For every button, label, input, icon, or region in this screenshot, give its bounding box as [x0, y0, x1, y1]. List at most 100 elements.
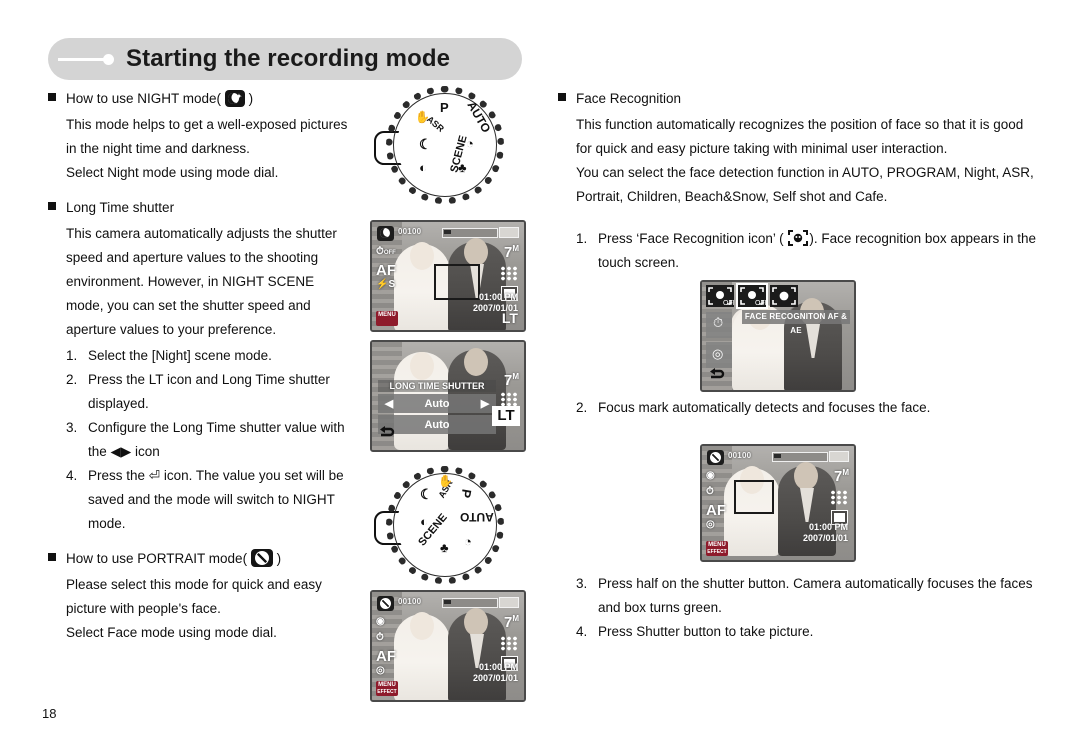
lcd-face-detect-figure: 00100 7M ◉ ⏱ AF ◎ 01:00 PM 2007/01/01 MEN…: [700, 444, 856, 562]
lcd-memory-bar: [442, 228, 498, 238]
face-recognition-step-1: 1. Press ‘Face Recognition icon’ ( ). Fa…: [576, 227, 1038, 275]
long-time-shutter-steps: 1. Select the [Night] scene mode. 2. Pre…: [66, 344, 378, 536]
svg-text:OFF: OFF: [755, 300, 766, 307]
square-bullet-icon: [48, 202, 56, 210]
mode-dial-portrait[interactable]: P AUTO ASR SCENE ✋ ☾ ◐ ◔ ♣: [386, 466, 504, 584]
portrait-mode-heading: How to use PORTRAIT mode( ): [48, 546, 378, 571]
face-recognition-heading: Face Recognition: [558, 86, 1038, 111]
face-recognition-step-2: 2. Focus mark automatically detects and …: [576, 396, 1046, 420]
lcd-menu-button[interactable]: MENU EFFECT: [706, 541, 728, 556]
lcd-red-eye-icon[interactable]: ◎: [376, 665, 404, 676]
long-time-shutter-paragraph: This camera automatically adjusts the sh…: [66, 226, 337, 337]
lcd-timestamp: 01:00 PM 2007/01/01: [472, 662, 518, 683]
lcd-night-mode-icon[interactable]: [377, 226, 394, 241]
dial-icon-children: ♣: [440, 540, 449, 555]
lcd-menu-button[interactable]: MENU: [376, 311, 398, 326]
dial-icon-movie: ◔: [466, 136, 474, 151]
lts-title: LONG TIME SHUTTER: [378, 380, 496, 392]
list-item: 4. Press Shutter button to take picture.: [576, 624, 814, 639]
list-item: 1. Select the [Night] scene mode.: [66, 348, 272, 363]
lcd-memory-bar: [442, 598, 498, 608]
lcd-self-timer-icon[interactable]: ⏱OFF: [376, 246, 404, 257]
dial-marker-p: P: [458, 487, 475, 500]
lcd-af-label: AF: [706, 502, 726, 519]
mode-dial-portrait-figure: P AUTO ASR SCENE ✋ ☾ ◐ ◔ ♣: [374, 466, 504, 584]
lcd-lt-badge[interactable]: LT: [492, 406, 520, 426]
square-bullet-icon: [48, 93, 56, 101]
face-recognition-paragraph: This function automatically recognizes t…: [576, 117, 1034, 204]
night-mode-icon: ✦: [224, 90, 245, 107]
lcd-resolution: 7M: [503, 372, 519, 389]
list-item: 3. Configure the Long Time shutter value…: [66, 420, 345, 459]
night-mode-heading: How to use NIGHT mode( ✦ ): [48, 86, 378, 111]
battery-icon: [829, 451, 849, 462]
dial-icon-portrait: ◐: [419, 160, 427, 175]
mode-dial-night[interactable]: P AUTO ASR SCENE ✋ ☾ ◐ ◔ ♣: [386, 86, 504, 204]
lcd-self-timer-icon[interactable]: ⏱: [376, 632, 404, 643]
lts-value-row-top[interactable]: ◀ Auto ▶: [378, 394, 496, 413]
battery-icon: [499, 227, 519, 238]
lcd-memory-bar: [772, 452, 828, 462]
lcd-resolution: 7M: [503, 614, 519, 631]
return-icon[interactable]: [378, 424, 396, 444]
lcd-af-label: AF: [376, 648, 396, 665]
list-item: 4. Press the ⏎ icon. The value you set w…: [66, 468, 344, 531]
face-recognition-icon: [787, 229, 809, 247]
lcd-lt-button[interactable]: LT: [502, 310, 518, 326]
camera-lcd-night: 00100 7M ⏱OFF AF ⚡S 01:00 PM 2007/01/01 M…: [370, 220, 526, 332]
lcd-portrait-mode-icon[interactable]: [707, 450, 724, 465]
lcd-portrait-mode-icon[interactable]: [377, 596, 394, 611]
dial-icon-movie: ◔: [464, 534, 472, 549]
lcd-shot-counter: 00100: [398, 597, 422, 606]
lcd-quality-icon: [500, 392, 517, 407]
dial-marker-auto: AUTO: [460, 510, 494, 524]
list-item: 3. Press half on the shutter button. Cam…: [576, 576, 1033, 615]
dial-icon-night: ☾: [419, 136, 432, 152]
lcd-red-eye-icon[interactable]: ◎: [706, 519, 734, 530]
manual-page: Starting the recording mode How to use N…: [0, 0, 1080, 746]
lcd-resolution: 7M: [503, 244, 519, 261]
face-option-off-selected[interactable]: OFF: [736, 283, 769, 309]
right-column: Face Recognition This function automatic…: [558, 86, 1038, 275]
lcd-menu-button[interactable]: MENU EFFECT: [376, 681, 398, 696]
lcd-quality-icon: [830, 490, 847, 505]
left-right-arrow-icon: the ◀▶ icon: [88, 444, 160, 459]
dial-icon-children: ♣: [458, 160, 467, 175]
camera-lcd-face-menu: OFF OFF FACE RECOGNITON AF & AE ⏱ ◎: [700, 280, 856, 392]
camera-lcd-face-detect: 00100 7M ◉ ⏱ AF ◎ 01:00 PM 2007/01/01 MEN…: [700, 444, 856, 562]
lcd-face-recognition-icon[interactable]: ◉: [706, 470, 734, 481]
svg-text:OFF: OFF: [723, 300, 734, 307]
dial-icon-asr-hand: ✋: [438, 474, 453, 488]
page-header-banner: Starting the recording mode: [48, 38, 522, 80]
face-option-on[interactable]: [770, 285, 798, 307]
page-title: Starting the recording mode: [126, 45, 451, 72]
list-item: 2. Focus mark automatically detects and …: [576, 400, 931, 415]
face-option-off[interactable]: OFF: [706, 285, 737, 307]
lcd-flash-icon[interactable]: ⚡S: [376, 279, 404, 290]
face-recognition-steps-3-4: 3. Press half on the shutter button. Cam…: [576, 572, 1046, 644]
lcd-portrait-figure: 00100 7M ◉ ⏱ AF ◎ 01:00 PM 2007/01/01 MEN…: [370, 590, 526, 702]
arrow-left-icon[interactable]: ◀: [378, 397, 400, 410]
lcd-self-timer-button[interactable]: ⏱: [706, 312, 732, 338]
page-number: 18: [42, 706, 57, 721]
lcd-resolution: 7M: [833, 468, 849, 485]
face-menu-label: FACE RECOGNITON AF & AE: [742, 310, 850, 335]
lcd-timestamp: 01:00 PM 2007/01/01: [802, 522, 848, 543]
long-time-shutter-heading: Long Time shutter: [48, 195, 378, 220]
mode-dial-night-figure: P AUTO ASR SCENE ✋ ☾ ◐ ◔ ♣: [374, 86, 504, 204]
lcd-self-timer-icon[interactable]: ⏱: [706, 486, 734, 497]
lcd-longtime-figure: LONG TIME SHUTTER ◀ Auto ▶ Auto 7M LT: [370, 340, 526, 452]
lcd-night-figure: 00100 7M ⏱OFF AF ⚡S 01:00 PM 2007/01/01 M…: [370, 220, 526, 332]
camera-lcd-long-time-shutter: LONG TIME SHUTTER ◀ Auto ▶ Auto 7M LT: [370, 340, 526, 452]
left-column: How to use NIGHT mode( ✦ ) This mode hel…: [48, 86, 378, 645]
lcd-red-eye-button[interactable]: ◎: [706, 342, 732, 368]
dial-marker-p: P: [440, 100, 449, 115]
dial-icon-asr-hand: ✋: [415, 110, 430, 124]
dial-icon-portrait: ◐: [420, 514, 428, 529]
night-mode-paragraph: This mode helps to get a well-exposed pi…: [66, 117, 348, 180]
square-bullet-icon: [48, 553, 56, 561]
lcd-face-recognition-icon[interactable]: ◉: [376, 616, 404, 627]
return-icon[interactable]: [708, 366, 726, 386]
face-option-row: OFF OFF: [706, 283, 798, 309]
lcd-face-menu-figure: OFF OFF FACE RECOGNITON AF & AE ⏱ ◎: [700, 280, 856, 392]
